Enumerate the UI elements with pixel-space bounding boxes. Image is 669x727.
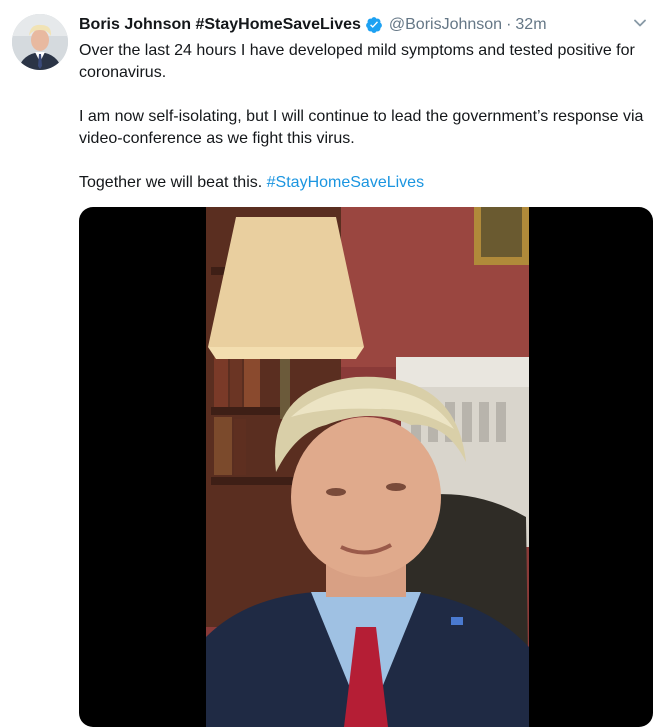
video-still bbox=[206, 207, 529, 727]
tweet-header: Boris Johnson #StayHomeSaveLives @BorisJ… bbox=[79, 14, 547, 36]
user-handle[interactable]: @BorisJohnson bbox=[389, 14, 502, 36]
tweet-paragraph-2: I am now self-isolating, but I will cont… bbox=[79, 108, 644, 147]
tweet-timestamp[interactable]: 32m bbox=[515, 14, 546, 36]
video-player[interactable] bbox=[79, 207, 653, 727]
tweet-paragraph-3-text: Together we will beat this. bbox=[79, 174, 267, 191]
verified-badge-icon bbox=[365, 16, 383, 34]
avatar-image bbox=[12, 14, 68, 70]
display-name[interactable]: Boris Johnson #StayHomeSaveLives bbox=[79, 14, 361, 36]
separator-dot: · bbox=[506, 16, 512, 33]
video-frame bbox=[206, 207, 529, 727]
avatar[interactable] bbox=[12, 14, 68, 70]
tweet: Boris Johnson #StayHomeSaveLives @BorisJ… bbox=[0, 0, 669, 727]
tweet-paragraph-3: Together we will beat this. #StayHomeSav… bbox=[79, 172, 649, 194]
tweet-text: Over the last 24 hours I have developed … bbox=[79, 40, 649, 194]
hashtag-link[interactable]: #StayHomeSaveLives bbox=[267, 174, 424, 191]
tweet-paragraph-1: Over the last 24 hours I have developed … bbox=[79, 42, 635, 81]
chevron-down-icon[interactable] bbox=[631, 14, 649, 32]
